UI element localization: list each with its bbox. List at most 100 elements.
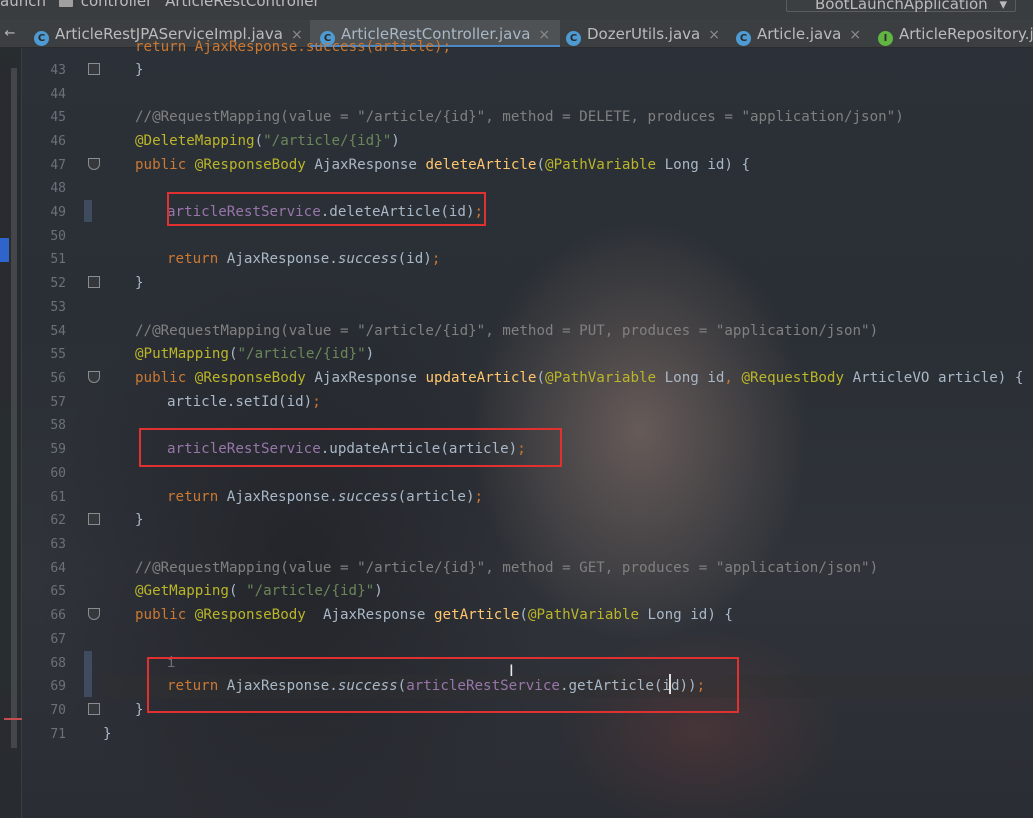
code-token: @PathVariable bbox=[527, 607, 639, 623]
line-number: 61 bbox=[50, 490, 66, 505]
code-token: success bbox=[337, 251, 398, 267]
code-token: @ResponseBody bbox=[194, 157, 306, 173]
line-number: 57 bbox=[50, 395, 66, 410]
code-token: Long id) { bbox=[647, 607, 733, 623]
line-number: 49 bbox=[50, 205, 66, 220]
scroll-tabs-left-icon[interactable]: ← bbox=[0, 20, 20, 47]
scrollbar[interactable] bbox=[11, 68, 17, 748]
line-number-gutter: 43 44 45 46 47 48 49 50 51 52 53 54 55 5… bbox=[22, 48, 102, 818]
fold-marker-icon[interactable] bbox=[88, 608, 100, 620]
breadcrumb-item[interactable]: ArticleRestController bbox=[165, 0, 320, 10]
highlight-box-update bbox=[139, 428, 562, 467]
line-number: 53 bbox=[50, 300, 66, 315]
code-comment: //@RequestMapping(value = "/article/{id}… bbox=[135, 323, 879, 339]
line-number: 51 bbox=[50, 252, 66, 267]
tab-articlerepository[interactable]: I ArticleRepository.j bbox=[878, 20, 1033, 47]
code-comment: //@RequestMapping(value = "/article/{id}… bbox=[135, 560, 879, 576]
code-line: public @ResponseBody AjaxResponse getArt… bbox=[135, 607, 733, 623]
line-number: 67 bbox=[50, 632, 66, 647]
code-token: } bbox=[103, 726, 112, 742]
highlight-box-delete bbox=[167, 192, 486, 226]
fold-marker-icon[interactable] bbox=[88, 371, 100, 383]
code-line: article.setId(id); bbox=[167, 394, 321, 410]
code-token: @DeleteMapping bbox=[135, 133, 255, 149]
code-token: (id) bbox=[397, 251, 432, 267]
code-token: "/article/{id}" bbox=[246, 583, 375, 599]
code-line: return AjaxResponse.success(id); bbox=[167, 251, 441, 267]
class-icon: C bbox=[736, 31, 751, 46]
code-token: return bbox=[167, 489, 219, 505]
code-line: @PutMapping("/article/{id}") bbox=[135, 346, 375, 362]
code-token: return AjaxResponse.success(article); bbox=[135, 39, 452, 55]
close-icon[interactable]: × bbox=[708, 27, 720, 43]
code-line: @DeleteMapping("/article/{id}") bbox=[135, 133, 400, 149]
close-icon[interactable]: × bbox=[849, 27, 861, 43]
code-token: getArticle bbox=[433, 607, 520, 623]
code-line: } bbox=[135, 59, 144, 82]
vcs-change-marker[interactable] bbox=[84, 200, 92, 222]
breadcrumb-item[interactable]: aunch bbox=[0, 0, 46, 10]
line-number: 52 bbox=[50, 276, 66, 291]
code-line: //@RequestMapping(value = "/article/{id}… bbox=[135, 320, 878, 343]
fold-marker-icon[interactable] bbox=[88, 63, 100, 75]
line-number: 47 bbox=[50, 158, 66, 173]
tab-label: DozerUtils.java bbox=[587, 25, 701, 43]
fold-marker-icon[interactable] bbox=[88, 158, 100, 170]
breadcrumb-item[interactable]: controller bbox=[81, 0, 153, 10]
class-icon: C bbox=[566, 31, 581, 46]
tab-dozerutils[interactable]: C DozerUtils.java × bbox=[566, 20, 720, 47]
project-marker bbox=[0, 238, 9, 262]
code-token: AjaxResponse bbox=[314, 370, 417, 386]
code-token: } bbox=[135, 275, 144, 291]
line-number: 66 bbox=[50, 608, 66, 623]
line-number: 50 bbox=[50, 229, 66, 244]
code-line: return AjaxResponse.success(article); bbox=[167, 489, 484, 505]
code-token: @ResponseBody bbox=[194, 607, 306, 623]
code-token: ArticleVO article) { bbox=[852, 370, 1024, 386]
line-number: 70 bbox=[50, 703, 66, 718]
code-token: AjaxResponse. bbox=[226, 489, 338, 505]
code-line: public @ResponseBody AjaxResponse delete… bbox=[135, 157, 751, 173]
run-config-label: BootLaunchApplication bbox=[815, 0, 988, 13]
fold-marker-icon[interactable] bbox=[88, 703, 100, 715]
code-token: AjaxResponse. bbox=[226, 251, 338, 267]
code-token: public bbox=[135, 157, 187, 173]
line-number: 48 bbox=[50, 181, 66, 196]
code-token: } bbox=[135, 512, 144, 528]
highlight-box-get bbox=[147, 657, 739, 713]
line-number: 58 bbox=[50, 418, 66, 433]
code-line: public @ResponseBody AjaxResponse update… bbox=[135, 370, 1024, 386]
line-number: 59 bbox=[50, 442, 66, 457]
code-comment: //@RequestMapping(value = "/article/{id}… bbox=[135, 109, 904, 125]
code-token: @ResponseBody bbox=[194, 370, 306, 386]
fold-marker-icon[interactable] bbox=[88, 513, 100, 525]
line-number: 54 bbox=[50, 324, 66, 339]
code-token: article.setId(id) bbox=[167, 394, 313, 410]
line-number: 71 bbox=[50, 727, 66, 742]
code-token: return bbox=[167, 251, 219, 267]
line-number: 60 bbox=[50, 466, 66, 481]
close-icon[interactable]: × bbox=[538, 27, 550, 43]
code-token: AjaxResponse bbox=[322, 607, 426, 623]
tab-article[interactable]: C Article.java × bbox=[736, 20, 861, 47]
line-number: 68 bbox=[50, 656, 66, 671]
code-token: @PutMapping bbox=[135, 346, 229, 362]
code-token: Long id bbox=[664, 370, 725, 386]
fold-marker-icon[interactable] bbox=[88, 276, 100, 288]
code-line: } bbox=[135, 272, 144, 295]
code-token: success bbox=[337, 489, 398, 505]
line-number: 65 bbox=[50, 584, 66, 599]
code-token: deleteArticle bbox=[425, 157, 537, 173]
interface-icon: I bbox=[878, 31, 893, 46]
chevron-down-icon: ▾ bbox=[999, 0, 1007, 13]
run-configuration-dropdown[interactable]: BootLaunchApplication ▾ bbox=[786, 0, 1016, 13]
line-number: 62 bbox=[50, 513, 66, 528]
code-token: } bbox=[135, 702, 144, 718]
vcs-change-marker[interactable] bbox=[84, 651, 92, 697]
line-number: 44 bbox=[50, 87, 66, 102]
code-line: } bbox=[135, 509, 144, 532]
code-token: (article) bbox=[397, 489, 475, 505]
code-token: public bbox=[135, 607, 187, 623]
line-number: 43 bbox=[50, 63, 66, 78]
line-number: 56 bbox=[50, 371, 66, 386]
